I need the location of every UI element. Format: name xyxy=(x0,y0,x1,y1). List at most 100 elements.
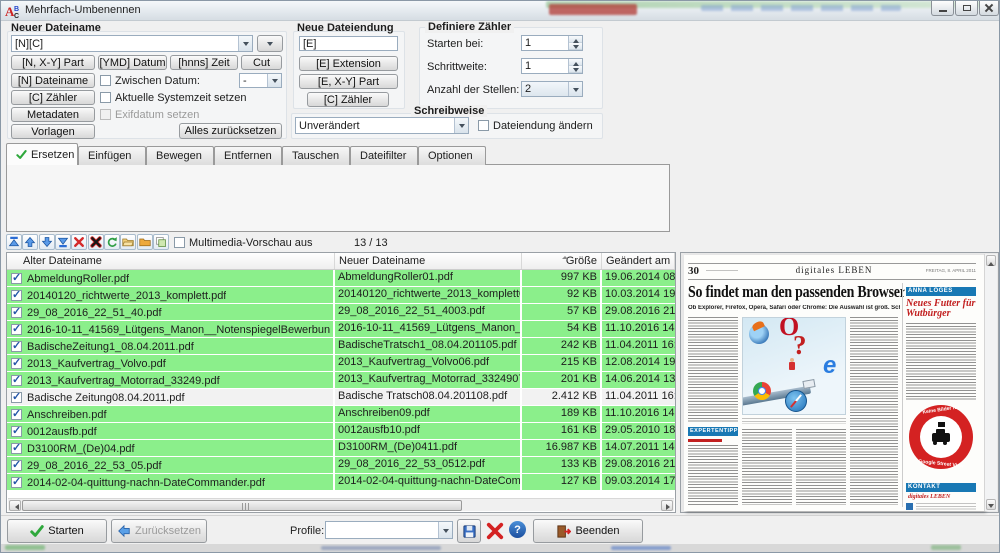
street-view-sticker: Keine Bilder für Google Street View xyxy=(909,405,973,469)
chevron-down-icon[interactable] xyxy=(238,36,252,51)
zeit-button[interactable]: [hnns] Zeit xyxy=(170,55,238,70)
chevron-down-icon xyxy=(264,38,276,49)
row-checkbox[interactable] xyxy=(11,273,22,284)
stellen-combobox[interactable]: 2 xyxy=(521,81,583,97)
row-checkbox[interactable] xyxy=(11,290,22,301)
table-row[interactable]: 29_08_2016_22_51_40.pdf29_08_2016_22_51_… xyxy=(7,304,675,321)
tab-bewegen[interactable]: Bewegen xyxy=(146,146,214,165)
column-header-neuer-dateiname[interactable]: Neuer Dateiname xyxy=(335,253,522,269)
refresh-button[interactable] xyxy=(104,234,120,250)
starten-button[interactable]: Starten xyxy=(7,519,107,543)
remove-entry-button[interactable] xyxy=(71,234,87,250)
table-row[interactable]: AbmeldungRoller.pdfAbmeldungRoller01.pdf… xyxy=(7,270,675,287)
extension-zaehler-button[interactable]: [C] Zähler xyxy=(307,92,389,107)
close-button[interactable] xyxy=(979,1,999,16)
chevron-down-icon[interactable] xyxy=(568,82,582,96)
row-checkbox[interactable] xyxy=(11,443,22,454)
multimedia-vorschau-checkbox[interactable] xyxy=(174,237,185,248)
alles-zuruecksetzen-button[interactable]: Alles zurücksetzen xyxy=(179,123,282,139)
horizontal-scrollbar[interactable] xyxy=(8,498,674,511)
table-row[interactable]: Anschreiben.pdfAnschreiben09.pdf189 KB11… xyxy=(7,406,675,423)
chevron-down-icon[interactable] xyxy=(267,74,281,87)
scrollbar-thumb[interactable] xyxy=(22,500,462,511)
spinner-buttons[interactable] xyxy=(568,36,582,50)
row-checkbox[interactable] xyxy=(11,375,22,386)
duplicate-button[interactable] xyxy=(153,234,169,250)
dateiendung-aendern-checkbox[interactable] xyxy=(478,120,489,131)
metadaten-button[interactable]: Metadaten xyxy=(11,107,95,122)
table-row[interactable]: 2014-02-04-quittung-nachn-DateCommander.… xyxy=(7,474,675,491)
open-folder-button[interactable] xyxy=(120,234,136,250)
extension-part-button[interactable]: [E, X-Y] Part xyxy=(299,74,398,89)
column-header-geaendert-am[interactable]: Geändert am xyxy=(602,253,675,269)
row-checkbox[interactable] xyxy=(11,392,22,403)
move-top-button[interactable] xyxy=(6,234,22,250)
scroll-left-arrow[interactable] xyxy=(9,500,21,511)
scroll-right-arrow[interactable] xyxy=(661,500,673,511)
delete-profile-button[interactable] xyxy=(485,521,505,541)
extension-button[interactable]: [E] Extension xyxy=(299,56,398,71)
table-row[interactable]: 2016-10-11_41569_Lütgens_Manon__Notenspi… xyxy=(7,321,675,338)
tab-tauschen[interactable]: Tauschen xyxy=(282,146,350,165)
table-row[interactable]: 0012ausfb.pdf0012ausfb10.pdf161 KB29.05.… xyxy=(7,423,675,440)
scroll-down-arrow[interactable] xyxy=(986,499,996,510)
profile-combobox[interactable] xyxy=(325,521,453,539)
tab-ersetzen[interactable]: Ersetzen xyxy=(6,143,78,165)
spinner-buttons[interactable] xyxy=(568,59,582,73)
zuruecksetzen-button[interactable]: Zurücksetzen xyxy=(111,519,207,543)
move-bottom-button[interactable] xyxy=(55,234,71,250)
table-row[interactable]: 2013_Kaufvertrag_Volvo.pdf2013_Kaufvertr… xyxy=(7,355,675,372)
maximize-button[interactable] xyxy=(955,1,978,16)
row-checkbox[interactable] xyxy=(11,307,22,318)
schreibweise-combobox[interactable]: Unverändert xyxy=(295,117,469,134)
row-checkbox[interactable] xyxy=(11,409,22,420)
beenden-button[interactable]: Beenden xyxy=(533,519,643,543)
table-row[interactable]: 29_08_2016_22_53_05.pdf29_08_2016_22_53_… xyxy=(7,457,675,474)
systemzeit-checkbox[interactable] xyxy=(100,92,111,103)
remove-all-button[interactable] xyxy=(88,234,104,250)
tab-entfernen[interactable]: Entfernen xyxy=(214,146,282,165)
minimize-button[interactable] xyxy=(931,1,954,16)
extension-pattern-input[interactable]: [E] xyxy=(299,36,398,51)
schrittweite-spinner[interactable]: 1 xyxy=(521,58,583,74)
tab-optionen[interactable]: Optionen xyxy=(418,146,486,165)
row-checkbox[interactable] xyxy=(11,477,22,488)
datum-button[interactable]: [YMD] Datum xyxy=(98,55,167,70)
table-row[interactable]: D3100RM_(De)04.pdfD3100RM_(De)0411.pdf16… xyxy=(7,440,675,457)
add-folder-button[interactable] xyxy=(137,234,153,250)
save-profile-button[interactable] xyxy=(457,519,481,543)
cut-button[interactable]: Cut xyxy=(241,55,282,70)
tab-dateifilter[interactable]: Dateifilter xyxy=(350,146,418,165)
row-checkbox[interactable] xyxy=(11,358,22,369)
row-checkbox[interactable] xyxy=(11,460,22,471)
vorlagen-button[interactable]: Vorlagen xyxy=(11,124,95,139)
save-icon xyxy=(462,524,477,539)
zwischen-datum-checkbox[interactable] xyxy=(100,75,111,86)
date-cell: 12.08.2014 19: xyxy=(602,355,675,371)
move-up-button[interactable] xyxy=(22,234,38,250)
dateiname-button[interactable]: [N] Dateiname xyxy=(11,73,95,88)
chevron-down-icon[interactable] xyxy=(454,118,468,133)
pattern-extra-dropdown-button[interactable] xyxy=(257,35,283,52)
scroll-up-arrow[interactable] xyxy=(986,255,996,266)
row-checkbox[interactable] xyxy=(11,324,22,335)
chevron-down-icon[interactable] xyxy=(438,522,452,538)
starten-bei-spinner[interactable]: 1 xyxy=(521,35,583,51)
move-down-icon xyxy=(41,236,53,248)
table-row[interactable]: Badische Zeitung08.04.2011.pdfBadische T… xyxy=(7,389,675,406)
column-header-groesse[interactable]: Größe xyxy=(522,253,602,269)
preview-scrollbar[interactable] xyxy=(984,254,997,511)
row-checkbox[interactable] xyxy=(11,426,22,437)
zaehler-button[interactable]: [C] Zähler xyxy=(11,90,95,105)
datum-separator-combobox[interactable]: - xyxy=(239,73,282,88)
part-button[interactable]: [N, X-Y] Part xyxy=(11,55,95,70)
table-row[interactable]: 20140120_richtwerte_2013_komplett.pdf201… xyxy=(7,287,675,304)
row-checkbox[interactable] xyxy=(11,341,22,352)
table-row[interactable]: 2013_Kaufvertrag_Motorrad_33249.pdf2013_… xyxy=(7,372,675,389)
help-button[interactable]: ? xyxy=(509,521,526,538)
pattern-combobox[interactable]: [N][C] xyxy=(11,35,253,52)
move-down-button[interactable] xyxy=(39,234,55,250)
table-row[interactable]: BadischeZeitung1_08.04.2011.pdfBadischeT… xyxy=(7,338,675,355)
tab-einfuegen[interactable]: Einfügen xyxy=(78,146,146,165)
column-header-alter-dateiname[interactable]: Alter Dateiname xyxy=(7,253,335,269)
